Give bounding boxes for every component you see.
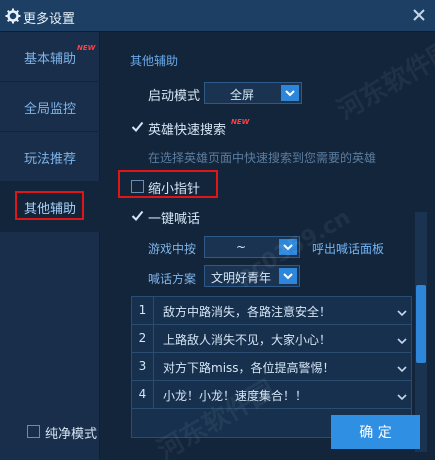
ok-button[interactable]: 确 定: [331, 415, 420, 449]
hotkey-value: ~: [235, 240, 247, 254]
row-message: 小龙！小龙！速度集合！！: [163, 389, 308, 403]
shout-plan-value: 文明好青年: [210, 271, 271, 285]
close-icon[interactable]: [411, 7, 427, 23]
chevron-down-icon[interactable]: [397, 362, 407, 377]
scrollbar-thumb[interactable]: [416, 285, 426, 363]
chevron-down-icon: [281, 85, 299, 101]
row-message: 对方下路miss，各位提高警惕！: [163, 361, 335, 375]
table-row[interactable]: 4 小龙！小龙！速度集合！！: [132, 381, 411, 409]
section-title: 其他辅助: [130, 54, 179, 68]
chevron-down-icon[interactable]: [397, 334, 407, 349]
hotkey-label: 游戏中按: [148, 242, 197, 256]
highlight-box-sidebar: [15, 191, 84, 220]
sidebar: 基本辅助 NEW 全局监控 玩法推荐 其他辅助: [0, 32, 100, 460]
sidebar-item-label: 基本辅助: [24, 52, 77, 67]
sidebar-item-global-monitor[interactable]: 全局监控: [0, 82, 100, 132]
hotkey-select[interactable]: ~: [204, 236, 300, 258]
chevron-down-icon[interactable]: [397, 390, 407, 405]
hero-search-checkbox[interactable]: [131, 120, 144, 133]
one-key-shout-label: 一键喊话: [148, 212, 201, 227]
table-row[interactable]: 3 对方下路miss，各位提高警惕！: [132, 353, 411, 381]
row-number: 2: [132, 325, 154, 352]
chevron-down-icon: [279, 239, 297, 255]
window-title: 更多设置: [23, 12, 76, 27]
pure-mode-label: 纯净模式: [45, 427, 98, 442]
row-message: 敌方中路消失，各路注意安全！: [163, 305, 332, 319]
shout-plan-label: 喊话方案: [148, 272, 197, 286]
hero-search-label: 英雄快速搜索: [148, 123, 227, 138]
title-bar: 更多设置: [0, 0, 435, 32]
shout-plan-select[interactable]: 文明好青年: [204, 265, 300, 287]
open-shout-panel-link[interactable]: 呼出喊话面板: [312, 240, 384, 257]
chevron-down-icon[interactable]: [397, 306, 407, 321]
sidebar-item-basic-assist[interactable]: 基本辅助 NEW: [0, 32, 100, 82]
launch-mode-select[interactable]: 全屏: [204, 82, 302, 104]
row-number: 1: [132, 297, 154, 324]
row-number: 3: [132, 353, 154, 380]
table-row[interactable]: 1 敌方中路消失，各路注意安全！: [132, 297, 411, 325]
pure-mode-checkbox[interactable]: [27, 425, 40, 438]
new-badge: NEW: [231, 118, 250, 126]
one-key-shout-checkbox[interactable]: [131, 209, 144, 222]
chevron-down-icon: [279, 268, 297, 284]
settings-panel: 其他辅助 启动模式 全屏 英雄快速搜索 NEW 在选择英雄页面中快速搜索到您需要…: [101, 32, 435, 460]
launch-mode-label: 启动模式: [148, 89, 201, 104]
sidebar-item-gameplay-recommend[interactable]: 玩法推荐: [0, 132, 100, 182]
hero-search-hint: 在选择英雄页面中快速搜索到您需要的英雄: [148, 151, 377, 165]
row-message: 上路敌人消失不见，大家小心！: [163, 333, 332, 347]
sidebar-item-label: 全局监控: [24, 102, 77, 117]
launch-mode-value: 全屏: [229, 88, 254, 102]
row-number: 4: [132, 381, 154, 408]
gear-icon: [5, 8, 21, 24]
sidebar-item-label: 玩法推荐: [24, 152, 77, 167]
highlight-box-shrink-pointer: [118, 170, 218, 198]
new-badge: NEW: [77, 44, 96, 52]
table-row[interactable]: 2 上路敌人消失不见，大家小心！: [132, 325, 411, 353]
